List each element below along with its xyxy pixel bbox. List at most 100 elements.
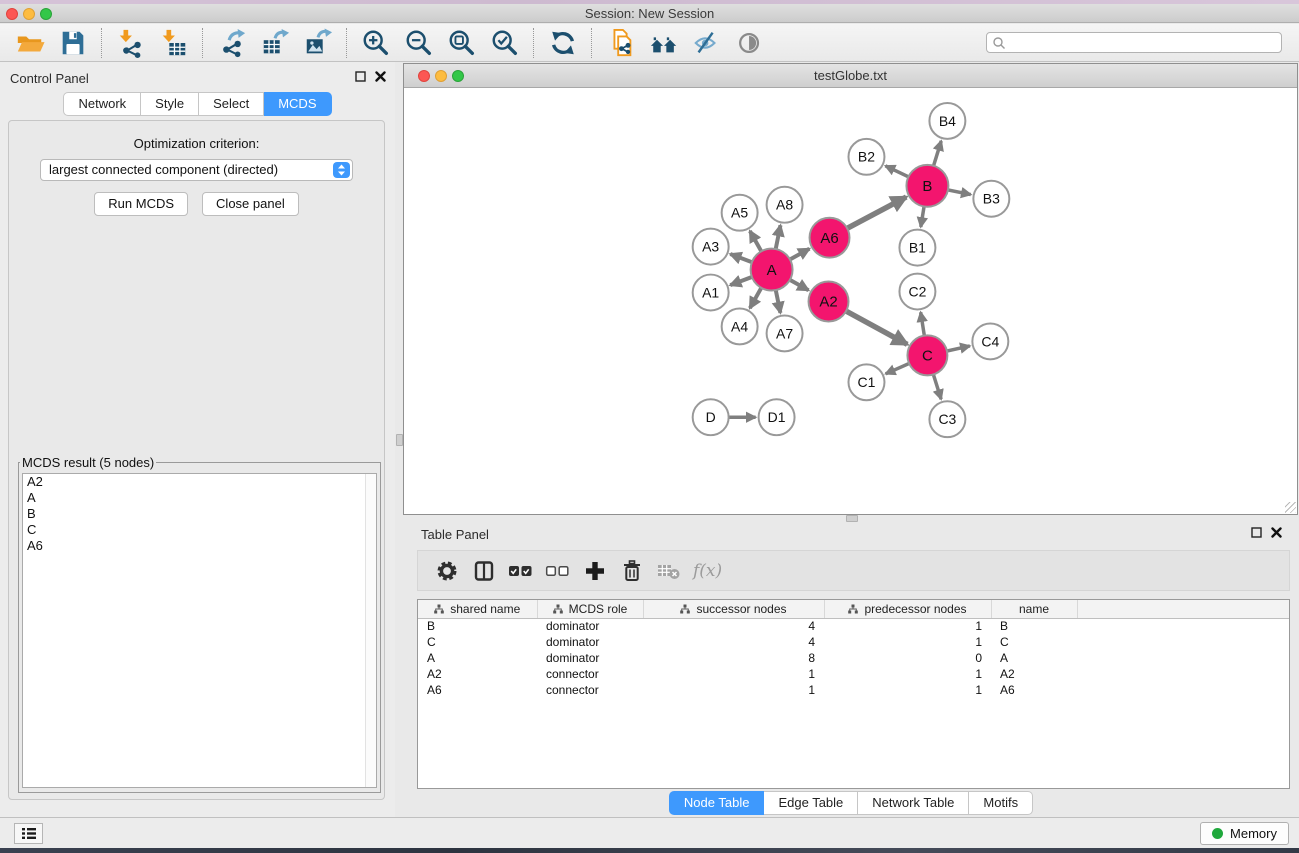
table-cell[interactable]: 0 — [824, 650, 991, 666]
mcds-result-item[interactable]: B — [23, 506, 376, 522]
tab-select[interactable]: Select — [199, 92, 264, 116]
table-cell[interactable]: connector — [537, 666, 643, 682]
mcds-result-item[interactable]: C — [23, 522, 376, 538]
table-cell[interactable]: 4 — [643, 618, 824, 634]
graph-node-C1[interactable]: C1 — [849, 364, 885, 400]
clone-network-button[interactable] — [599, 26, 642, 60]
mcds-result-scrollbar[interactable] — [365, 474, 376, 787]
table-cell[interactable]: 8 — [643, 650, 824, 666]
mcds-result-item[interactable]: A2 — [23, 474, 376, 490]
graph-node-A4[interactable]: A4 — [722, 308, 758, 344]
graph-node-B1[interactable]: B1 — [899, 230, 935, 266]
graph-node-A1[interactable]: A1 — [693, 275, 729, 311]
table-cell[interactable]: A6 — [991, 682, 1077, 698]
tab-edge-table[interactable]: Edge Table — [764, 791, 858, 815]
select-all-button[interactable] — [502, 554, 539, 588]
vertical-scroll-thumb[interactable] — [396, 434, 403, 446]
zoom-out-button[interactable] — [397, 26, 440, 60]
table-cell[interactable]: dominator — [537, 618, 643, 634]
search-input[interactable] — [986, 32, 1282, 53]
tab-network[interactable]: Network — [63, 92, 141, 116]
tab-mcds[interactable]: MCDS — [264, 92, 331, 116]
function-builder-button[interactable]: f(x) — [693, 561, 722, 581]
save-session-button[interactable] — [51, 26, 94, 60]
table-row[interactable]: Bdominator41B — [418, 618, 1289, 634]
apply-layout-button[interactable] — [541, 26, 584, 60]
table-cell[interactable]: 1 — [824, 682, 991, 698]
network-canvas[interactable]: B4B2B3A5A8A3B1A1C2A4A7C4C1C3DD1BA6AA2C — [404, 89, 1297, 514]
mcds-result-item[interactable]: A — [23, 490, 376, 506]
show-all-button[interactable] — [642, 26, 685, 60]
show-selected-button[interactable] — [728, 26, 771, 60]
close-panel-icon[interactable] — [1271, 527, 1282, 538]
column-header-predecessor-nodes[interactable]: predecessor nodes — [824, 600, 991, 618]
delete-table-button[interactable] — [650, 554, 687, 588]
float-panel-icon[interactable] — [355, 71, 366, 82]
column-header-successor-nodes[interactable]: successor nodes — [643, 600, 824, 618]
graph-node-A3[interactable]: A3 — [693, 229, 729, 265]
table-cell[interactable]: A — [991, 650, 1077, 666]
export-image-button[interactable] — [296, 26, 339, 60]
tab-node-table[interactable]: Node Table — [669, 791, 765, 815]
graph-node-B[interactable]: B — [906, 165, 948, 207]
show-columns-button[interactable] — [465, 554, 502, 588]
table-cell[interactable]: connector — [537, 682, 643, 698]
table-options-button[interactable] — [428, 554, 465, 588]
column-header-shared-name[interactable]: shared name — [418, 600, 537, 618]
zoom-fit-button[interactable] — [440, 26, 483, 60]
table-cell[interactable]: 1 — [643, 682, 824, 698]
graph-node-A[interactable]: A — [751, 249, 793, 291]
graph-node-C[interactable]: C — [907, 335, 947, 375]
graph-node-A2[interactable]: A2 — [809, 282, 849, 322]
table-cell[interactable]: 4 — [643, 634, 824, 650]
close-panel-icon[interactable] — [375, 71, 386, 82]
graph-node-D[interactable]: D — [693, 399, 729, 435]
graph-node-C4[interactable]: C4 — [972, 323, 1008, 359]
graph-node-A5[interactable]: A5 — [722, 195, 758, 231]
table-cell[interactable]: B — [991, 618, 1077, 634]
column-header-mcds-role[interactable]: MCDS role — [537, 600, 643, 618]
column-header-name[interactable]: name — [991, 600, 1077, 618]
select-stepper-icon[interactable] — [333, 162, 350, 178]
table-row[interactable]: Adominator80A — [418, 650, 1289, 666]
open-session-button[interactable] — [8, 26, 51, 60]
tab-style[interactable]: Style — [141, 92, 199, 116]
table-cell[interactable]: A2 — [991, 666, 1077, 682]
table-cell[interactable]: C — [991, 634, 1077, 650]
node-table[interactable]: shared nameMCDS rolesuccessor nodesprede… — [418, 600, 1289, 698]
import-table-button[interactable] — [152, 26, 195, 60]
export-table-button[interactable] — [253, 26, 296, 60]
zoom-in-button[interactable] — [354, 26, 397, 60]
graph-node-A8[interactable]: A8 — [767, 187, 803, 223]
graph-node-B3[interactable]: B3 — [973, 181, 1009, 217]
table-cell[interactable]: dominator — [537, 634, 643, 650]
add-row-button[interactable] — [576, 554, 613, 588]
table-cell[interactable]: B — [418, 618, 537, 634]
graph-node-B2[interactable]: B2 — [849, 139, 885, 175]
table-cell[interactable]: 1 — [824, 666, 991, 682]
mcds-result-item[interactable]: A6 — [23, 538, 376, 554]
table-cell[interactable]: 1 — [824, 634, 991, 650]
table-row[interactable]: A6connector11A6 — [418, 682, 1289, 698]
table-row[interactable]: Cdominator41C — [418, 634, 1289, 650]
graph-node-B4[interactable]: B4 — [929, 103, 965, 139]
hide-selected-button[interactable] — [685, 26, 728, 60]
graph-node-C3[interactable]: C3 — [929, 401, 965, 437]
network-graph[interactable]: B4B2B3A5A8A3B1A1C2A4A7C4C1C3DD1BA6AA2C — [404, 89, 1297, 514]
task-history-button[interactable] — [14, 823, 43, 844]
table-cell[interactable]: dominator — [537, 650, 643, 666]
table-cell[interactable]: A6 — [418, 682, 537, 698]
network-window-titlebar[interactable]: testGlobe.txt — [404, 64, 1297, 88]
graph-node-C2[interactable]: C2 — [899, 274, 935, 310]
tab-motifs[interactable]: Motifs — [969, 791, 1033, 815]
memory-button[interactable]: Memory — [1200, 822, 1289, 845]
table-cell[interactable]: 1 — [643, 666, 824, 682]
unselect-all-button[interactable] — [539, 554, 576, 588]
import-network-button[interactable] — [109, 26, 152, 60]
tab-network-table[interactable]: Network Table — [858, 791, 969, 815]
table-row[interactable]: A2connector11A2 — [418, 666, 1289, 682]
graph-node-D1[interactable]: D1 — [759, 399, 795, 435]
table-cell[interactable]: C — [418, 634, 537, 650]
criterion-select[interactable]: largest connected component (directed) — [40, 159, 353, 181]
export-network-button[interactable] — [210, 26, 253, 60]
